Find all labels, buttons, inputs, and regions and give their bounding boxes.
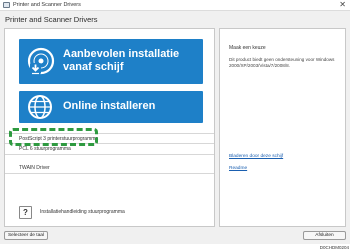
options-panel: Aanbevolen installatie vanaf schijf Onli… [4,28,215,227]
info-panel: Maak een keuze Dit product biedt geen on… [219,28,346,227]
image-code: D0CHDM0204 [319,245,349,250]
question-mark-icon[interactable]: ? [19,206,32,219]
online-install-label: Online installeren [63,100,156,112]
app-icon [3,2,10,8]
window-title: Printer and Scanner Drivers [13,2,81,8]
driver-install-guide-link[interactable]: Installatiehandleiding stuurprogramma [40,209,125,216]
online-install-button[interactable]: Online installeren [19,91,203,123]
cancel-button[interactable]: Afsluiten [303,231,346,240]
readme-link[interactable]: Readme [229,166,247,172]
info-title: Maak een keuze [229,45,266,51]
globe-icon [28,95,52,119]
recommended-install-label: Aanbevolen installatie vanaf schijf [63,48,180,73]
list-item-postscript-driver[interactable]: PostScript 3 printerstuurprogramma [5,133,214,144]
list-item-twain-driver[interactable]: TWAIN Driver [5,163,214,174]
list-item-pcl6-driver[interactable]: PCL 6 stuurprogramma [5,144,214,155]
select-language-button[interactable]: Selecteer de taal [4,231,48,240]
installer-window: Printer and Scanner Drivers ✕ Printer an… [0,0,350,244]
disc-install-icon [27,47,55,75]
title-bar: Printer and Scanner Drivers ✕ [0,0,350,11]
close-icon[interactable]: ✕ [339,0,346,10]
info-description: Dit product biedt geen ondersteuning voo… [229,57,335,68]
browse-disc-link[interactable]: Bladeren door deze schijf [229,154,283,160]
recommended-install-button[interactable]: Aanbevolen installatie vanaf schijf [19,39,203,84]
page-heading: Printer and Scanner Drivers [5,15,98,24]
